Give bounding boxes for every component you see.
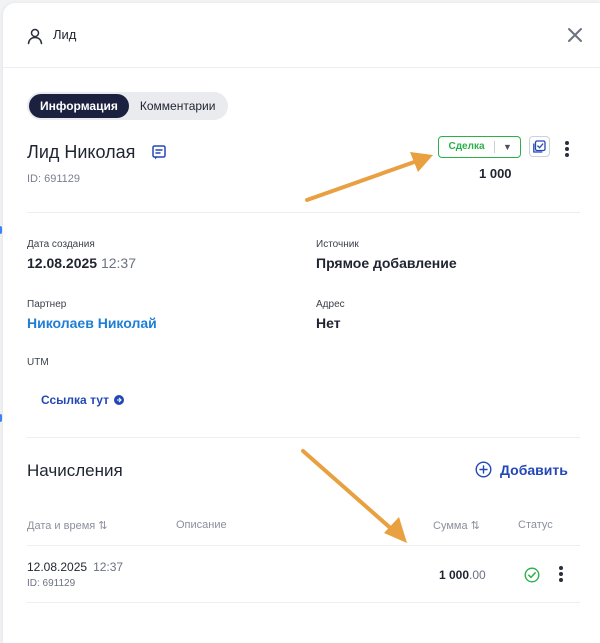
created-time: 12:37 [100, 255, 137, 271]
column-header-sum[interactable]: Сумма ⇅ [433, 519, 480, 533]
table-header-divider [27, 545, 580, 546]
created-value: 12.08.2025 12:37 [27, 255, 136, 271]
task-icon [533, 140, 546, 153]
deal-button-label: Сделка [439, 141, 495, 153]
lead-panel: Лид Информация Комментарии Лид Николая I… [3, 3, 600, 643]
utm-label: UTM [27, 357, 49, 368]
add-accrual-button[interactable]: Добавить [475, 461, 568, 478]
source-value: Прямое добавление [316, 255, 457, 271]
row-date: 12.08.2025 12:37 [27, 560, 124, 574]
created-label: Дата создания [27, 239, 95, 250]
deal-amount: 1 000 [479, 166, 512, 181]
side-marker [0, 414, 2, 422]
divider [27, 212, 580, 213]
panel-header: Лид [3, 3, 600, 68]
row-id: ID: 691129 [27, 578, 76, 589]
partner-link[interactable]: Николаев Николай [27, 315, 157, 331]
task-action-button[interactable] [529, 136, 550, 157]
close-icon[interactable] [566, 26, 584, 44]
column-header-datetime[interactable]: Дата и время ⇅ [27, 519, 108, 533]
source-label: Источник [316, 239, 359, 250]
side-marker [0, 226, 2, 234]
lead-menu-icon[interactable] [564, 140, 570, 158]
deal-button[interactable]: Сделка ▼ [438, 136, 521, 158]
user-icon [27, 28, 43, 45]
tab-bar: Информация Комментарии [27, 92, 229, 120]
address-label: Адрес [316, 299, 345, 310]
sort-icon: ⇅ [98, 520, 108, 532]
utm-link-text: Ссылка тут [41, 393, 109, 407]
table-row-divider [27, 602, 580, 603]
column-header-description: Описание [176, 519, 227, 531]
address-value: Нет [316, 315, 341, 331]
plus-circle-icon [475, 461, 492, 478]
partner-label: Партнер [27, 299, 67, 310]
column-header-status: Статус [518, 519, 553, 531]
check-circle-icon [524, 567, 540, 583]
tab-comments[interactable]: Комментарии [129, 94, 227, 118]
divider [27, 437, 580, 438]
chevron-down-icon[interactable]: ▼ [495, 142, 520, 152]
arrow-right-icon [113, 395, 124, 405]
note-icon[interactable] [151, 144, 167, 160]
utm-link[interactable]: Ссылка тут [41, 393, 124, 407]
sort-icon: ⇅ [470, 520, 480, 532]
add-accrual-label: Добавить [500, 461, 568, 478]
row-sum: 1 000.00 [439, 568, 486, 582]
lead-name: Лид Николая [27, 142, 136, 162]
row-menu-icon[interactable] [558, 565, 564, 583]
accruals-title: Начисления [27, 461, 123, 480]
created-date: 12.08.2025 [27, 255, 98, 271]
tab-info[interactable]: Информация [29, 94, 129, 118]
lead-id: ID: 691129 [27, 173, 81, 185]
panel-title: Лид [53, 27, 77, 42]
